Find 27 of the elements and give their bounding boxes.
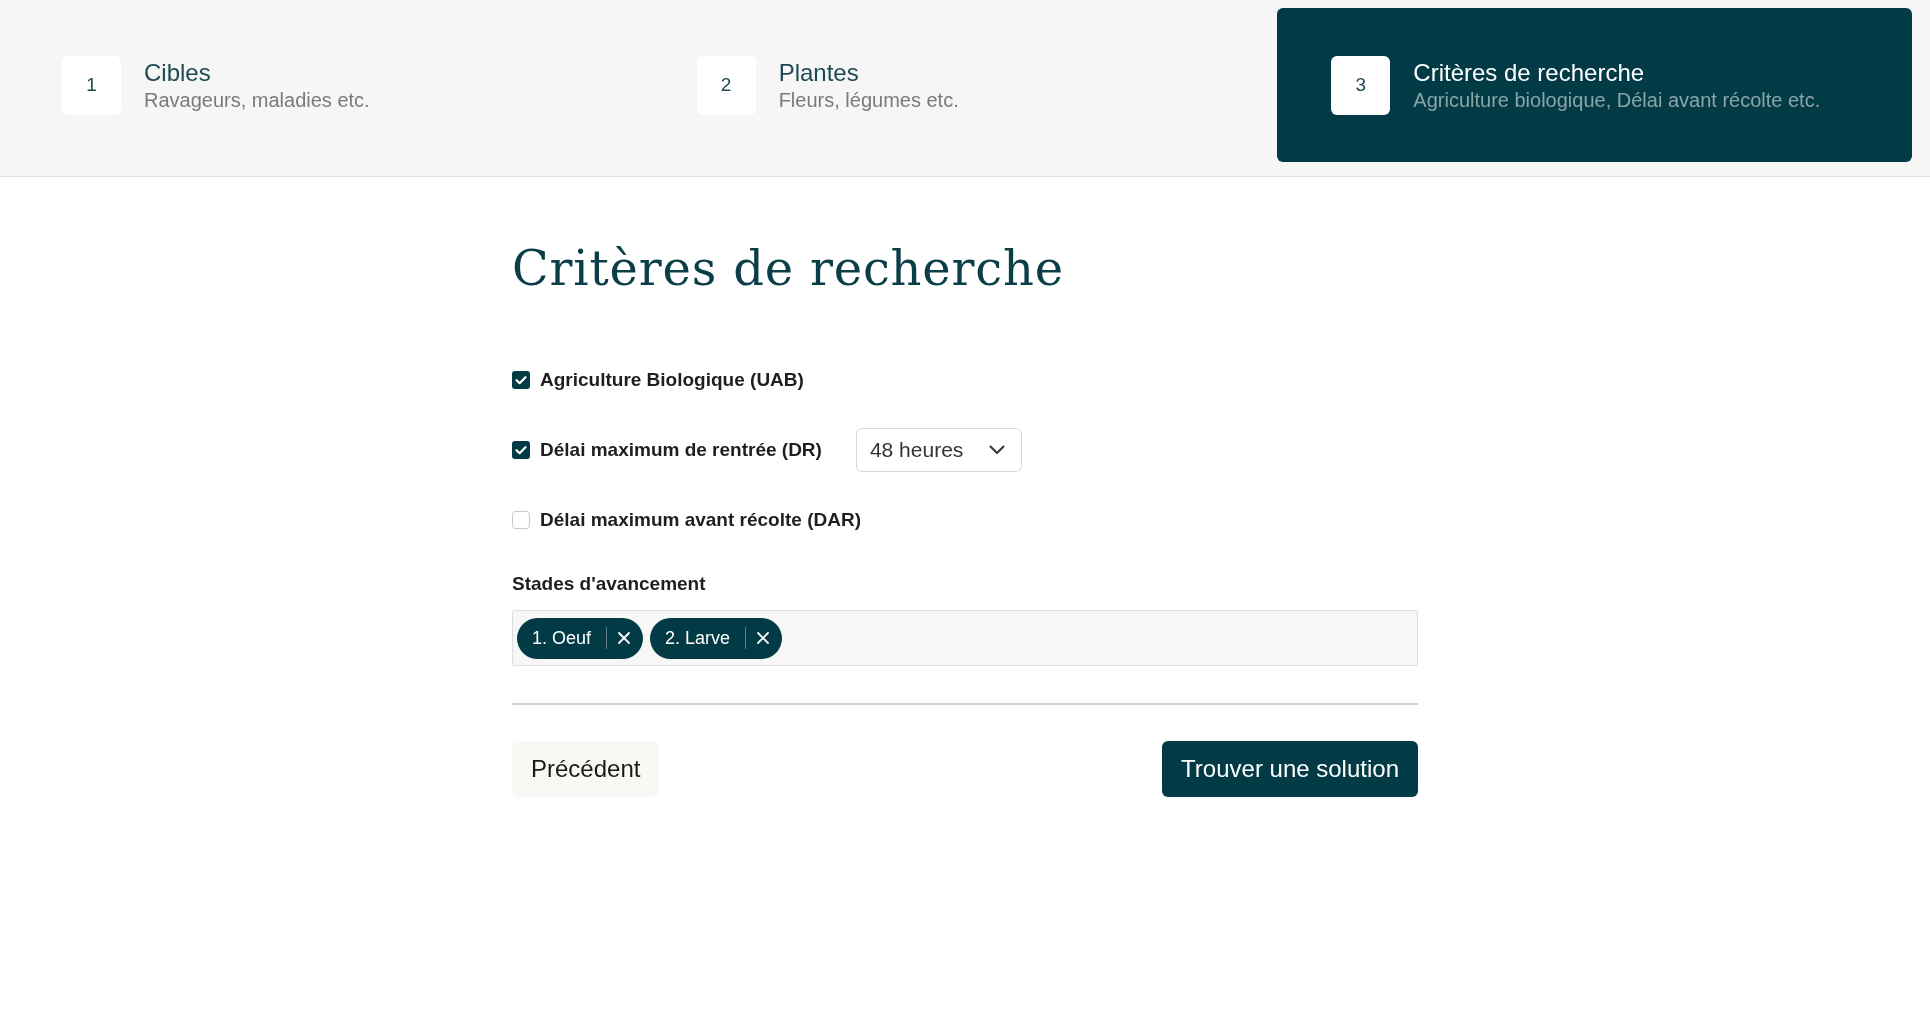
step-subtitle: Ravageurs, maladies etc. xyxy=(144,87,370,113)
submit-button[interactable]: Trouver une solution xyxy=(1162,741,1418,797)
dropdown-select[interactable]: 48 heures xyxy=(855,428,1022,472)
field-label: Stades d'avancement xyxy=(512,572,707,596)
step-title: Plantes xyxy=(778,57,860,87)
page-title: Critères de recherche xyxy=(512,239,1065,298)
tag-label: 2. Larve xyxy=(665,626,731,650)
checkbox[interactable] xyxy=(512,511,530,529)
step-number: 1 xyxy=(62,55,121,115)
multi-select-field[interactable]: 1. Oeuf 2. Larve xyxy=(512,610,1418,666)
checkbox-label: Agriculture Biologique (UAB) xyxy=(540,367,804,392)
checkbox-label: Délai maximum de rentrée (DR) xyxy=(540,437,822,462)
step-title: Critères de recherche xyxy=(1413,57,1646,87)
checkbox[interactable] xyxy=(512,371,530,389)
close-icon[interactable] xyxy=(617,631,632,645)
chevron-down-icon xyxy=(988,445,1005,455)
checkbox[interactable] xyxy=(512,441,530,459)
step-subtitle: Agriculture biologique, Délai avant récolte etc. xyxy=(1413,87,1821,113)
step-number: 3 xyxy=(1331,55,1391,115)
tag-label: 1. Oeuf xyxy=(532,626,592,650)
step-subtitle: Fleurs, légumes etc. xyxy=(778,87,959,113)
step-tab[interactable]: 3 Critères de recherche Agriculture biologique, Délai avant récolte etc. xyxy=(1277,8,1912,162)
close-icon[interactable] xyxy=(756,631,771,645)
step-title: Cibles xyxy=(144,57,212,87)
previous-button[interactable]: Précédent xyxy=(512,741,660,797)
checkbox-label: Délai maximum avant récolte (DAR) xyxy=(540,507,861,532)
step-number: 2 xyxy=(696,55,756,115)
